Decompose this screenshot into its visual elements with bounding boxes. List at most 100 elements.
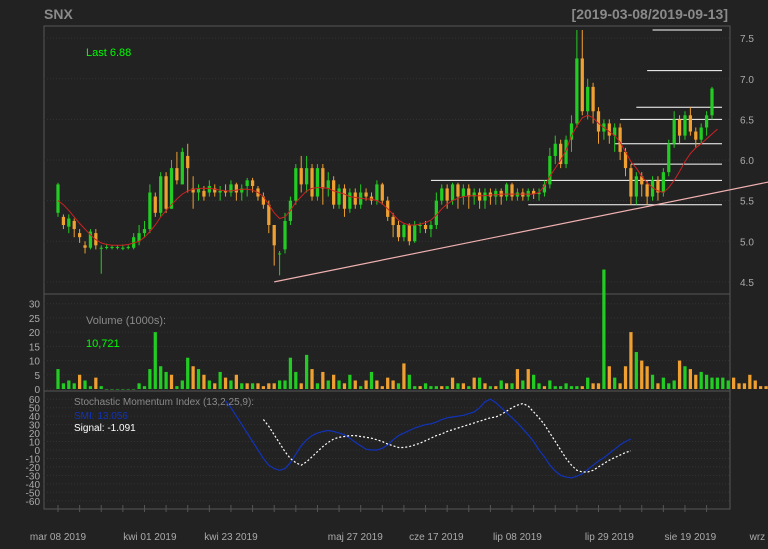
- volume-tick-label: 5: [34, 371, 40, 382]
- candle-body: [710, 88, 714, 116]
- volume-bar: [277, 380, 282, 389]
- volume-bar: [764, 386, 768, 389]
- x-tick-label: wrz 09 2019: [749, 532, 768, 543]
- volume-bar: [175, 386, 179, 389]
- x-tick-label: lip 08 2019: [493, 532, 542, 543]
- volume-bar: [342, 383, 347, 389]
- volume-bar: [234, 374, 238, 389]
- volume-bar: [445, 386, 449, 389]
- volume-bar: [299, 383, 303, 389]
- volume-tick-label: 10: [29, 357, 41, 368]
- volume-bar: [553, 386, 557, 389]
- candle-body: [99, 247, 103, 249]
- volume-bar: [726, 380, 730, 389]
- volume-bar: [542, 386, 547, 389]
- candle-body: [186, 155, 190, 169]
- volume-bar: [640, 360, 644, 389]
- volume-bar: [364, 380, 368, 389]
- volume-bar: [688, 369, 693, 389]
- volume-bar: [418, 386, 422, 389]
- candle-body: [272, 225, 276, 246]
- candle-body: [283, 220, 287, 250]
- volume-bar: [223, 377, 228, 389]
- candle-body: [429, 225, 433, 230]
- candle-body: [142, 229, 147, 234]
- volume-bar: [569, 386, 574, 389]
- candle-body: [580, 58, 584, 112]
- volume-bar: [721, 377, 725, 389]
- volume-bar: [121, 389, 125, 390]
- volume-bar: [759, 386, 763, 389]
- candle-body: [105, 246, 109, 248]
- volume-bar: [461, 383, 465, 389]
- candle-body: [218, 190, 222, 193]
- volume-bar: [272, 383, 276, 389]
- volume-bar: [526, 369, 530, 389]
- candlesticks: [56, 30, 714, 276]
- candle-body: [153, 196, 157, 213]
- candle-body: [337, 188, 341, 205]
- volume-bar: [548, 380, 552, 389]
- volume-bar: [391, 380, 395, 389]
- candle-body: [477, 192, 482, 201]
- candle-body: [672, 119, 676, 144]
- candle-body: [677, 119, 682, 136]
- volume-bar: [683, 366, 687, 389]
- volume-bar: [202, 374, 206, 389]
- candle-body: [77, 233, 82, 238]
- candle-body: [434, 200, 438, 225]
- candle-body: [607, 123, 611, 136]
- volume-bar: [618, 383, 622, 389]
- candle-body: [277, 253, 282, 255]
- candle-body: [618, 127, 622, 152]
- volume-tick-label: 15: [29, 342, 41, 353]
- volume-bar: [250, 383, 255, 389]
- candle-body: [391, 216, 395, 225]
- volume-bar: [510, 383, 514, 389]
- candle-body: [348, 192, 352, 209]
- volume-bar: [126, 389, 130, 390]
- volume-bar: [753, 380, 757, 389]
- volume-bar: [704, 374, 709, 389]
- candle-body: [645, 184, 649, 197]
- candle-body: [310, 168, 314, 197]
- volume-bar: [229, 380, 233, 389]
- volume-bar: [88, 386, 93, 389]
- candle-body: [126, 246, 130, 248]
- candle-body: [159, 176, 163, 213]
- volume-bar: [677, 360, 682, 389]
- volume-bar: [267, 383, 271, 389]
- volume-bar: [521, 380, 525, 389]
- volume-bar: [315, 383, 320, 389]
- volume-bar: [494, 386, 498, 389]
- volume-bar: [353, 380, 357, 389]
- signal-value-label: Signal: -1.091: [74, 423, 136, 434]
- candle-body: [688, 115, 693, 132]
- candle-body: [315, 168, 320, 197]
- volume-bar: [407, 374, 411, 389]
- volume-bar: [83, 380, 87, 389]
- candle-body: [699, 127, 703, 140]
- candle-body: [326, 180, 330, 189]
- price-tick-label: 7.5: [740, 34, 754, 45]
- volume-bar: [213, 383, 217, 389]
- volume-bar: [261, 386, 266, 389]
- volume-bar: [148, 369, 152, 389]
- volume-bar: [369, 371, 374, 389]
- candle-body: [591, 86, 595, 112]
- candle-body: [207, 186, 211, 193]
- candle-body: [413, 225, 417, 242]
- candle-body: [569, 123, 574, 140]
- volume-bar: [634, 352, 638, 389]
- candle-body: [450, 184, 455, 201]
- volume-bar: [245, 383, 249, 389]
- volume-label: Volume (1000s):: [86, 315, 166, 327]
- candle-body: [596, 111, 601, 132]
- candle-body: [353, 192, 357, 205]
- candle-body: [364, 192, 368, 197]
- volume-bar: [240, 383, 244, 389]
- volume-bar: [159, 366, 163, 389]
- volume-bar: [429, 386, 433, 389]
- volume-bar: [294, 371, 298, 389]
- volume-bar: [472, 377, 476, 389]
